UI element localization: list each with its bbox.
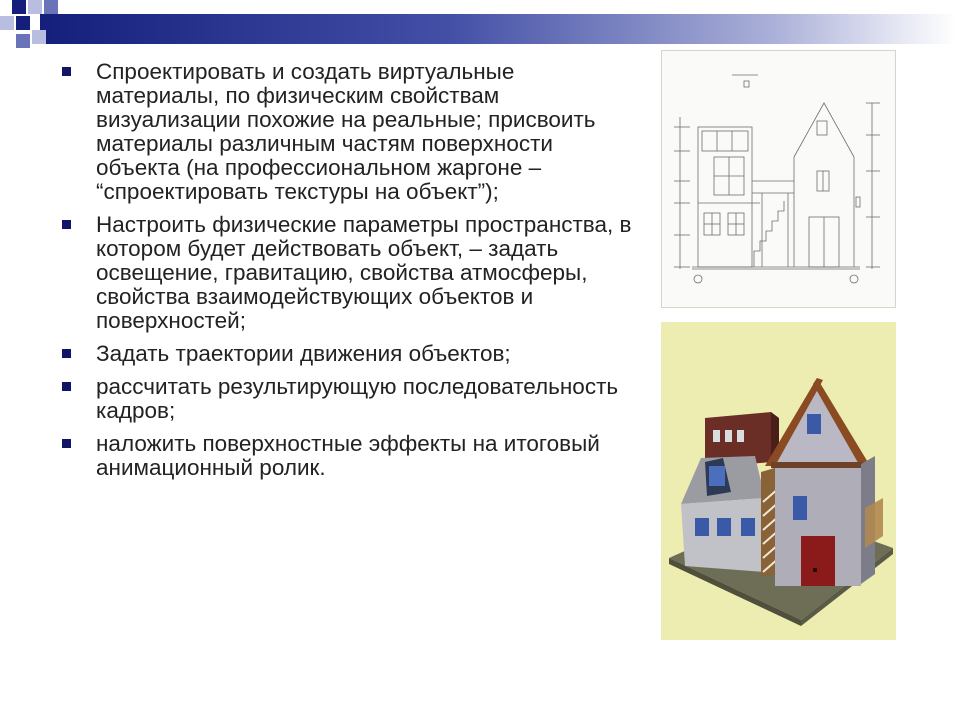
bullet-text: Настроить физические параметры пространс…: [96, 212, 632, 333]
square-bullet-icon: [62, 382, 71, 391]
bullet-item: Настроить физические параметры пространс…: [62, 213, 642, 333]
house-3d-render: [661, 322, 896, 640]
bullet-list: Спроектировать и создать виртуальные мат…: [62, 60, 642, 480]
square-bullet-icon: [62, 349, 71, 358]
decor-square: [16, 16, 30, 30]
bullet-item: Задать траектории движения объектов;: [62, 342, 642, 366]
decor-square: [32, 30, 46, 44]
decor-square: [28, 0, 42, 14]
bullet-text: Задать траектории движения объектов;: [96, 341, 511, 366]
decor-square: [44, 0, 58, 14]
square-bullet-icon: [62, 220, 71, 229]
bullet-text: наложить поверхностные эффекты на итогов…: [96, 431, 600, 480]
house-elevation-drawing: [661, 50, 896, 308]
bullet-item: Спроектировать и создать виртуальные мат…: [62, 60, 642, 204]
decor-square: [12, 0, 26, 14]
bullet-item: наложить поверхностные эффекты на итогов…: [62, 432, 642, 480]
house-3d-render-graphic: [669, 378, 893, 626]
decor-square: [0, 16, 14, 30]
square-bullet-icon: [62, 439, 71, 448]
slide-body: Спроектировать и создать виртуальные мат…: [62, 60, 642, 489]
header-bar: [40, 14, 956, 44]
bullet-text: рассчитать результирующую последовательн…: [96, 374, 619, 423]
bullet-item: рассчитать результирующую последовательн…: [62, 375, 642, 423]
square-bullet-icon: [62, 67, 71, 76]
bullet-text: Спроектировать и создать виртуальные мат…: [96, 59, 596, 204]
decor-square: [16, 34, 30, 48]
house-elevation-drawing-graphic: [674, 74, 880, 284]
